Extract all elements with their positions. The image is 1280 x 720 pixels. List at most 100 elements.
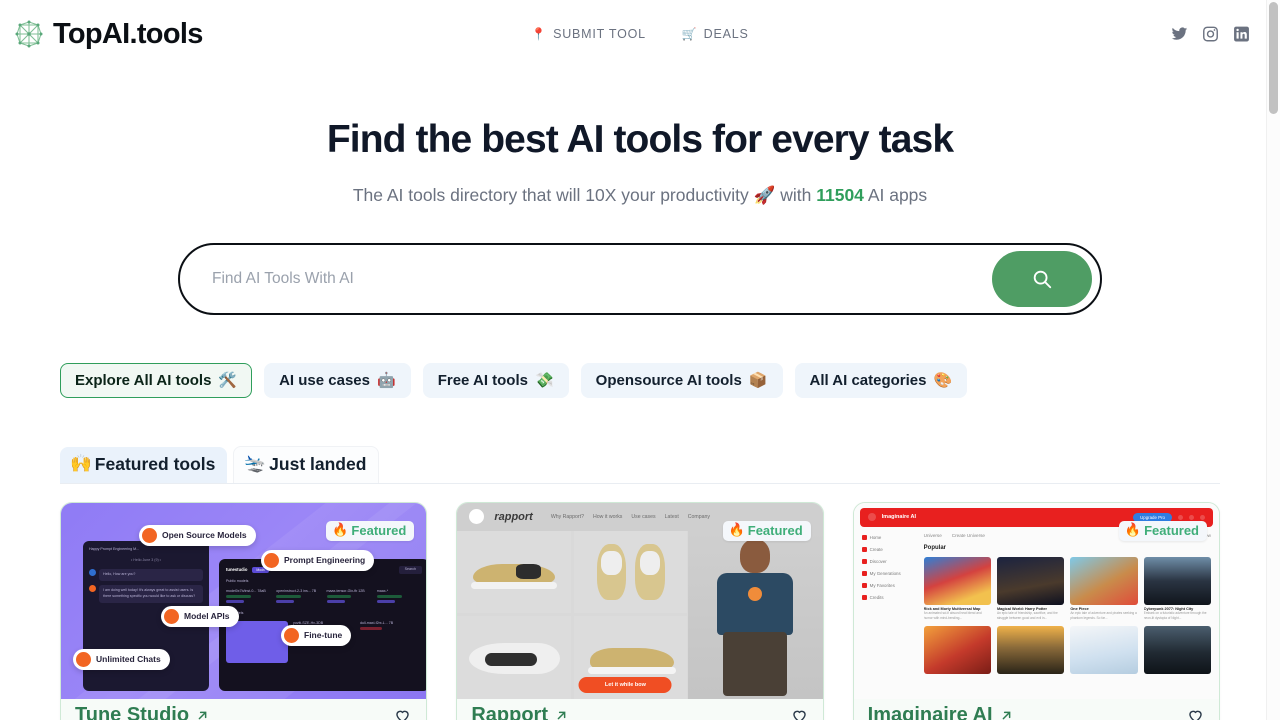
thumb-pill-label: Fine-tune [304, 630, 343, 641]
thumb-sidebar-item: Home [861, 534, 920, 540]
thumb-gallery-item: Rick and Morty Multiversal Map An animat… [923, 556, 991, 620]
nav-label-deals: DEALS [703, 27, 749, 41]
pill-explore-all-ai-tools[interactable]: Explore All AI tools 🛠️ [60, 362, 253, 398]
page-scrollbar[interactable] [1266, 0, 1280, 720]
thumb-sidebar-item: My Favorites [861, 582, 920, 588]
thumb-gallery-item [996, 625, 1065, 674]
pill-all-ai-categories[interactable]: All AI categories 🎨 [794, 362, 968, 398]
pill-label-opensource-ai-tools: Opensource AI tools [595, 371, 742, 389]
brand-logo-link[interactable]: TopAI.tools [14, 18, 203, 51]
tab-label-featured-tools: Featured tools [94, 453, 216, 474]
thumb-section-label: Public models [226, 578, 249, 583]
external-link-icon [557, 711, 566, 720]
pill-ai-use-cases[interactable]: AI use cases 🤖 [264, 362, 411, 398]
tool-title-link[interactable]: Tune Studio [75, 704, 210, 720]
thumb-gallery-item [1070, 625, 1138, 674]
pill-free-ai-tools[interactable]: Free AI tools 💸 [422, 362, 569, 398]
thumb-pill-prompt-engineering: Prompt Engineering [261, 549, 375, 571]
nav-item-submit-tool[interactable]: 📍 SUBMIT TOOL [531, 27, 646, 41]
pill-label-free-ai-tools: Free AI tools [437, 371, 528, 389]
tool-thumbnail-rapport: rapport Why Rapport? How it works Use ca… [457, 502, 823, 699]
rocket-icon: 🚀 [753, 185, 776, 206]
thumb-main: Universe Create Universe New Popular Ric… [923, 532, 1211, 674]
money-icon: 💸 [534, 371, 554, 390]
thumb-studio-brand: tunestudio [226, 567, 248, 573]
cart-icon: 🛒 [681, 27, 698, 41]
tool-card-footer: Imaginaire AI [853, 698, 1219, 720]
featured-badge-label: Featured [747, 522, 803, 538]
tool-card-footer: Tune Studio [61, 698, 427, 720]
tab-featured-tools[interactable]: 🙌 Featured tools [60, 446, 228, 483]
thumb-nav-item: Latest [664, 513, 679, 520]
heart-icon[interactable] [1186, 706, 1205, 720]
hero-subtitle-before: The AI tools directory that will 10X you… [352, 184, 754, 205]
heart-icon[interactable] [393, 706, 412, 720]
external-link-icon [1002, 711, 1010, 720]
thumb-nav-item: How it works [593, 513, 623, 520]
search-button[interactable] [992, 250, 1092, 307]
tool-title-link[interactable]: Rapport [471, 704, 569, 720]
thumb-pill-label: Model APIs [184, 611, 230, 622]
hero-subtitle-after: AI apps [863, 184, 928, 205]
tool-card-grid: Happy Prompt Engineering M... • Hello Ju… [60, 501, 1220, 720]
social-links [1171, 26, 1250, 43]
thumb-sidebar-item: Credits [861, 594, 920, 600]
scrollbar-thumb[interactable] [1269, 2, 1278, 114]
thumb-avatar-logo [748, 586, 763, 601]
thumb-chat-title: Happy Prompt Engineering M... [89, 546, 140, 551]
thumb-gallery: Rick and Morty Multiversal Map An animat… [923, 556, 1211, 674]
heart-icon[interactable] [790, 706, 809, 720]
nav-item-deals[interactable]: 🛒 DEALS [682, 27, 749, 41]
package-icon: 📦 [748, 371, 768, 390]
tool-title-link[interactable]: Imaginaire AI [868, 704, 1014, 720]
tab-just-landed[interactable]: 🛬 Just landed [233, 445, 380, 483]
tool-thumbnail-tune-studio: Happy Prompt Engineering M... • Hello Ju… [61, 502, 427, 699]
pill-label-ai-use-cases: AI use cases [279, 371, 370, 389]
thumb-sidebar: Home Create Discover My Generations My F… [861, 534, 920, 607]
thumb-chat-line-1: Hello, How are you? [103, 572, 136, 577]
thumb-nav-item: Use cases [631, 513, 656, 520]
palette-icon: 🎨 [933, 371, 953, 390]
tool-card[interactable]: Happy Prompt Engineering M... • Hello Ju… [60, 501, 428, 720]
featured-badge: 🔥 Featured [326, 520, 415, 541]
airplane-arriving-icon: 🛬 [244, 454, 267, 475]
tab-bar: 🙌 Featured tools 🛬 Just landed [60, 445, 1220, 484]
tool-count: 11504 [816, 184, 864, 205]
instagram-icon[interactable] [1202, 26, 1219, 43]
tool-title: Tune Studio [75, 704, 190, 720]
search-bar [178, 242, 1102, 315]
thumb-gallery-item: One Piece An epic tale of adventure and … [1070, 556, 1138, 620]
nav-label-submit-tool: SUBMIT TOOL [553, 27, 646, 41]
thumb-sidebar-item: Create [861, 546, 920, 552]
robot-icon: 🤖 [377, 371, 396, 390]
tool-card[interactable]: Imaginaire AI Upgrade Pro Home Create Di… [852, 501, 1220, 720]
thumb-sidebar-item: Discover [861, 558, 920, 564]
thumb-pill-label: Prompt Engineering [284, 555, 366, 566]
external-link-icon [198, 711, 207, 720]
page-title: Find the best AI tools for every task [326, 118, 954, 161]
thumb-nav: Why Rapport? How it works Use cases Late… [551, 514, 710, 520]
thumb-brand: rapport [494, 510, 533, 523]
raised-hands-icon: 🙌 [70, 454, 92, 475]
pill-label-explore-all-ai-tools: Explore All AI tools [75, 371, 212, 389]
thumb-section-title: Popular [923, 544, 946, 551]
fire-icon: 🔥 [1124, 522, 1142, 538]
tab-label-just-landed: Just landed [269, 453, 367, 474]
pill-opensource-ai-tools[interactable]: Opensource AI tools 📦 [580, 362, 783, 398]
thumb-tab: Universe [923, 532, 942, 538]
featured-badge: 🔥 Featured [1118, 520, 1207, 541]
tool-card-footer: Rapport [457, 698, 823, 720]
twitter-icon[interactable] [1171, 26, 1188, 43]
search-input[interactable] [180, 269, 992, 288]
tool-title: Imaginaire AI [867, 704, 993, 720]
thumb-gallery-item: Magical World: Harry Potter An epic tale… [996, 556, 1065, 620]
linkedin-icon[interactable] [1233, 26, 1250, 43]
hero-section: Find the best AI tools for every task Th… [0, 68, 1280, 206]
thumb-gallery-item: Cyberpunk 2077: Night City Embark on a f… [1143, 556, 1211, 620]
thumb-cta-button: Let it while bow [578, 676, 672, 693]
tool-card[interactable]: rapport Why Rapport? How it works Use ca… [456, 501, 824, 720]
search-icon [1033, 270, 1052, 289]
thumb-pill-label: Open Source Models [162, 530, 247, 541]
thumb-pill-fine-tune: Fine-tune [281, 624, 352, 646]
featured-badge: 🔥 Featured [722, 520, 811, 541]
